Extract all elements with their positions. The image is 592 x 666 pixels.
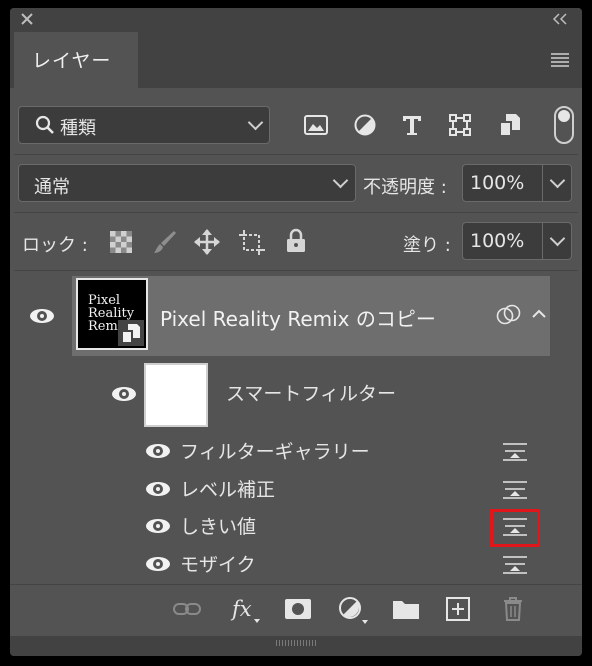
lock-position-move-icon[interactable]: [193, 228, 221, 256]
divider: [14, 212, 578, 213]
adjustment-filter-icon[interactable]: [353, 113, 377, 137]
smart-filter-mask-thumbnail: [144, 363, 208, 427]
layer-name[interactable]: Pixel Reality Remix のコピー: [160, 303, 436, 332]
visibility-eye-icon[interactable]: [146, 444, 170, 458]
new-adjustment-layer-icon[interactable]: [338, 596, 370, 626]
chevron-up-icon[interactable]: [532, 309, 546, 319]
filter-name[interactable]: しきい値: [180, 512, 256, 539]
divider: [14, 154, 578, 155]
lock-image-pixels-brush-icon[interactable]: [152, 229, 178, 255]
divider: [14, 270, 578, 271]
add-layer-mask-icon[interactable]: [284, 598, 312, 620]
blending-options-icon[interactable]: [502, 517, 528, 537]
smart-filter-mask-link-icon[interactable]: [496, 304, 522, 326]
smart-object-filter-icon[interactable]: [498, 112, 522, 138]
delete-layer-trash-icon[interactable]: [502, 596, 524, 622]
image-filter-icon[interactable]: [304, 114, 328, 136]
blending-options-icon[interactable]: [502, 442, 528, 462]
search-icon: [35, 115, 54, 134]
close-icon[interactable]: [20, 12, 34, 26]
fx-layer-style-icon[interactable]: fx: [230, 595, 262, 625]
lock-transparent-pixels-icon[interactable]: [110, 231, 132, 253]
panel-title-bar: [10, 8, 582, 32]
blending-options-icon[interactable]: [502, 555, 528, 575]
fill-value: 100%: [470, 230, 525, 252]
filter-kind-label: 種類: [60, 118, 96, 139]
layer-thumbnail: Pixel Reality Remix: [76, 278, 148, 350]
lock-label: ロック :: [22, 235, 88, 256]
resize-grip-handle[interactable]: [276, 640, 316, 646]
lock-artboard-icon[interactable]: [238, 228, 266, 256]
tab-layers-label: レイヤー: [32, 50, 112, 72]
type-filter-icon[interactable]: [400, 113, 424, 137]
visibility-eye-icon[interactable]: [146, 519, 170, 533]
blend-mode-value: 通常: [34, 177, 70, 198]
svg-text:fx: fx: [230, 597, 252, 621]
visibility-eye-icon[interactable]: [112, 387, 136, 401]
panel-menu-icon[interactable]: [550, 52, 570, 68]
filter-name[interactable]: モザイク: [180, 550, 256, 577]
fill-label: 塗り :: [403, 235, 451, 256]
visibility-eye-icon[interactable]: [146, 557, 170, 571]
visibility-eye-icon[interactable]: [30, 309, 54, 323]
shape-filter-icon[interactable]: [448, 113, 472, 137]
visibility-eye-icon[interactable]: [146, 482, 170, 496]
filter-toggle-knob: [558, 110, 570, 122]
new-layer-icon[interactable]: [446, 597, 470, 621]
filter-name[interactable]: フィルターギャラリー: [180, 437, 370, 464]
blending-options-icon[interactable]: [502, 480, 528, 500]
lock-all-icon[interactable]: [285, 228, 307, 254]
panel-footer: [10, 636, 582, 656]
opacity-label: 不透明度 :: [363, 177, 447, 198]
opacity-value: 100%: [470, 172, 525, 194]
collapse-icon[interactable]: [552, 13, 568, 25]
link-layers-icon[interactable]: [172, 598, 202, 620]
filter-name[interactable]: レベル補正: [180, 475, 275, 502]
new-group-folder-icon[interactable]: [392, 598, 420, 620]
smart-filter-label: スマートフィルター: [226, 383, 397, 405]
smart-object-badge-icon: [118, 320, 144, 346]
